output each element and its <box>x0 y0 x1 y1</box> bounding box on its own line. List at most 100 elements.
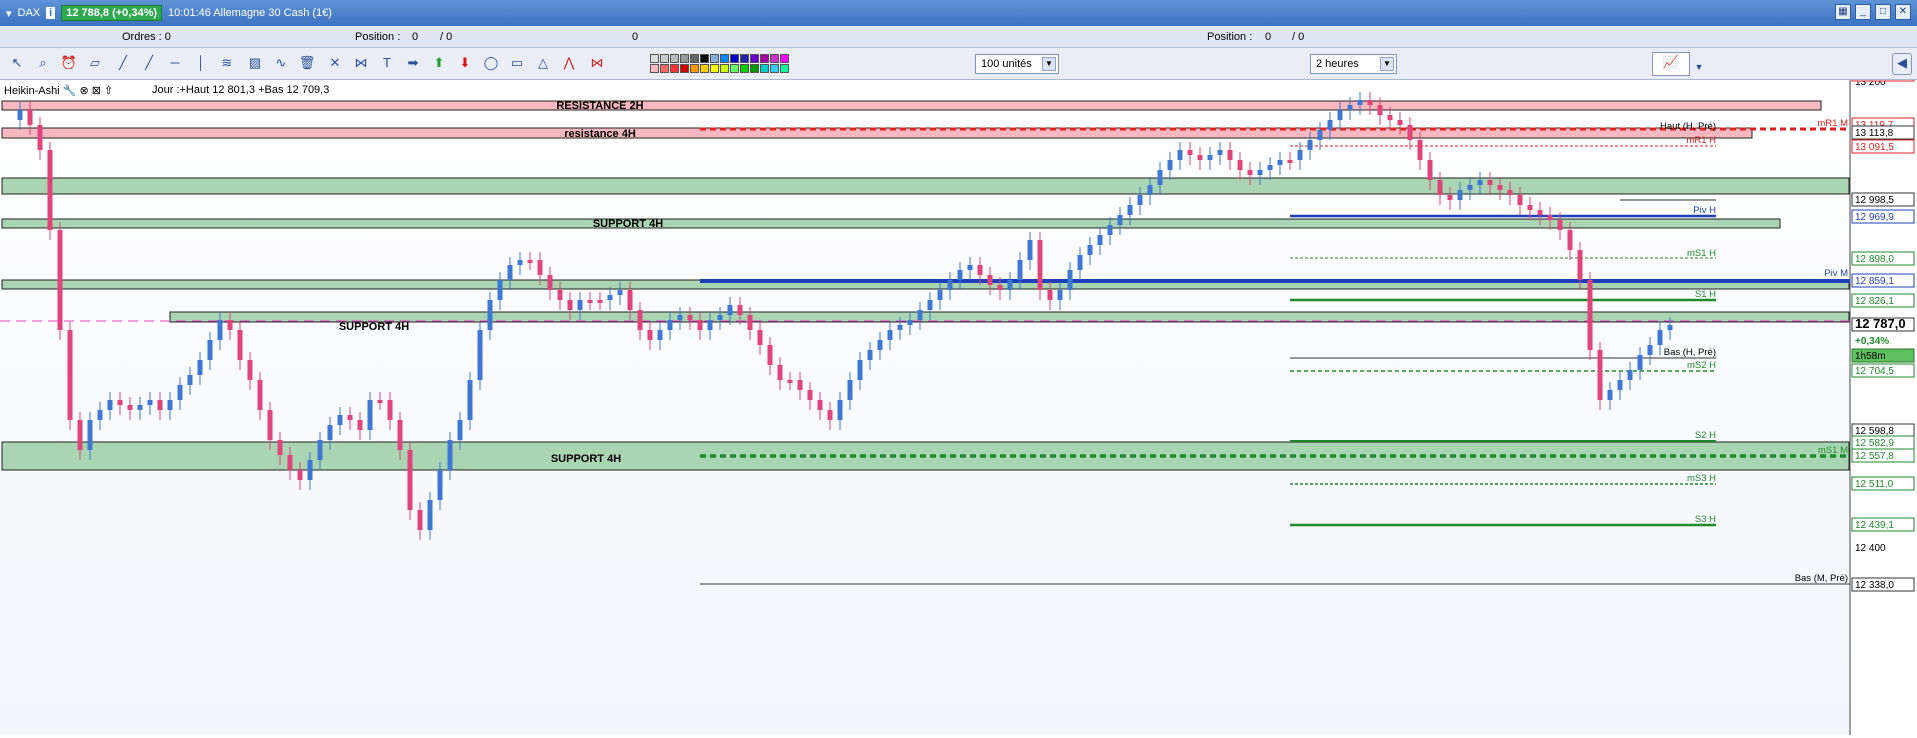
quantity-select[interactable]: 100 unités ▼ <box>975 54 1059 74</box>
candle-body <box>887 330 893 340</box>
candle-body <box>987 275 993 285</box>
timeframe-select[interactable]: 2 heures ▼ <box>1310 54 1397 74</box>
indicator-label[interactable]: Heikin-Ashi 🔧 ⊗ ⊠ ⇧ <box>4 84 114 97</box>
horizontal-line-icon[interactable]: ─ <box>166 54 184 72</box>
color-palette[interactable] <box>650 54 789 73</box>
orders-label[interactable]: Ordres : 0 <box>122 31 171 43</box>
candle-body <box>107 400 113 410</box>
minimize-button[interactable]: _ <box>1855 4 1871 20</box>
candle-body <box>777 365 783 380</box>
candle-body <box>307 460 313 480</box>
magnet-icon[interactable]: ⋈ <box>352 54 370 72</box>
candle-body <box>1327 120 1333 130</box>
candle-body <box>917 310 923 320</box>
candle-body <box>47 150 53 230</box>
candle-body <box>137 405 143 410</box>
price-tick-label: +0,34% <box>1855 336 1889 347</box>
arrow-down-icon[interactable]: ⬇ <box>456 54 474 72</box>
fibonacci-icon[interactable]: ≋ <box>218 54 236 72</box>
text-icon[interactable]: T <box>378 54 396 72</box>
pattern2-icon[interactable]: ⋈ <box>588 54 606 72</box>
zone-label: SUPPORT 4H <box>593 218 663 230</box>
candle-body <box>767 345 773 365</box>
candle-body <box>157 400 163 410</box>
candle-body <box>497 280 503 300</box>
candle-body <box>897 325 903 330</box>
candle-body <box>1137 195 1143 205</box>
trend-icon[interactable]: ∿ <box>272 54 290 72</box>
candle-body <box>647 330 653 340</box>
candle-body <box>267 410 273 440</box>
position-label-left: Position : <box>355 31 401 43</box>
ray-icon[interactable]: ╱ <box>140 54 158 72</box>
candle-body <box>827 410 833 420</box>
price-tick-label: 13 213,1 <box>1855 80 1894 81</box>
candle-body <box>597 300 603 303</box>
zone-label: RESISTANCE 2H <box>556 100 643 112</box>
candle-body <box>437 470 443 500</box>
line-icon[interactable]: ╱ <box>114 54 132 72</box>
window-menu-icon[interactable]: ▾ <box>6 7 12 20</box>
candle-body <box>797 380 803 390</box>
zoom-icon[interactable]: ⌕ <box>34 54 52 72</box>
candle-body <box>57 230 63 330</box>
position-value-left: 0 <box>412 31 419 43</box>
pointer-icon[interactable]: ↖ <box>8 54 26 72</box>
candle-body <box>217 320 223 340</box>
channel-icon[interactable]: ▨ <box>246 54 264 72</box>
arrow-right-icon[interactable]: ➡ <box>404 54 422 72</box>
move-up-icon[interactable]: ⇧ <box>104 85 113 97</box>
remove-icon[interactable]: ⊗ <box>79 85 88 97</box>
chevron-down-icon[interactable]: ▼ <box>1690 58 1708 76</box>
grid-icon[interactable]: ▦ <box>1835 4 1851 20</box>
price-tick-label: 12 859,1 <box>1855 276 1894 287</box>
candle-body <box>1117 215 1123 225</box>
pattern-icon[interactable]: ⋀ <box>560 54 578 72</box>
candle-body <box>167 400 173 410</box>
candle-body <box>1277 160 1283 165</box>
wrench-icon[interactable]: 🔧 <box>63 85 77 97</box>
candle-body <box>1417 140 1423 160</box>
back-icon[interactable]: ◀ <box>1892 53 1912 75</box>
candle-body <box>1477 180 1483 185</box>
trash-icon[interactable]: 🗑 <box>298 54 316 72</box>
candle-body <box>467 380 473 420</box>
candle-body <box>637 310 643 330</box>
candle-body <box>397 420 403 450</box>
candle-body <box>947 280 953 290</box>
alarm-icon[interactable]: ⏰ <box>60 54 78 72</box>
candle-body <box>1187 150 1193 155</box>
rectangle-icon[interactable]: ▭ <box>508 54 526 72</box>
candle-body <box>517 260 523 265</box>
chart-type-icon[interactable]: 📈 <box>1652 52 1690 76</box>
ruler-icon[interactable]: ▱ <box>86 54 104 72</box>
candle-body <box>1427 160 1433 180</box>
maximize-button[interactable]: □ <box>1875 4 1891 20</box>
cross-icon[interactable]: ✕ <box>326 54 344 72</box>
candle-body <box>747 315 753 330</box>
close-icon[interactable]: ⊠ <box>92 85 101 97</box>
candle-body <box>1337 110 1343 120</box>
candle-body <box>1487 180 1493 185</box>
price-chart[interactable]: RESISTANCE 2H resistance 4H SUPPORT 4H SUPP… <box>0 64 1917 735</box>
candle-body <box>1657 330 1663 345</box>
candle-body <box>867 350 873 360</box>
candle-body <box>1537 210 1543 215</box>
candle-body <box>197 360 203 375</box>
price-tick-label: 12 998,5 <box>1855 195 1894 206</box>
triangle-icon[interactable]: △ <box>534 54 552 72</box>
candle-body <box>17 110 23 120</box>
ellipse-icon[interactable]: ◯ <box>482 54 500 72</box>
candle-body <box>997 285 1003 290</box>
arrow-up-icon[interactable]: ⬆ <box>430 54 448 72</box>
vertical-line-icon[interactable]: │ <box>192 54 210 72</box>
close-button[interactable]: ✕ <box>1895 4 1911 20</box>
candle-body <box>667 320 673 330</box>
candle-body <box>77 420 83 450</box>
candle-body <box>1027 240 1033 260</box>
candle-body <box>1607 390 1613 400</box>
position-value-right: 0 <box>1265 31 1272 43</box>
level-label: mS3 H <box>1687 473 1716 484</box>
info-icon[interactable]: i <box>46 7 56 19</box>
candle-body <box>1647 345 1653 355</box>
